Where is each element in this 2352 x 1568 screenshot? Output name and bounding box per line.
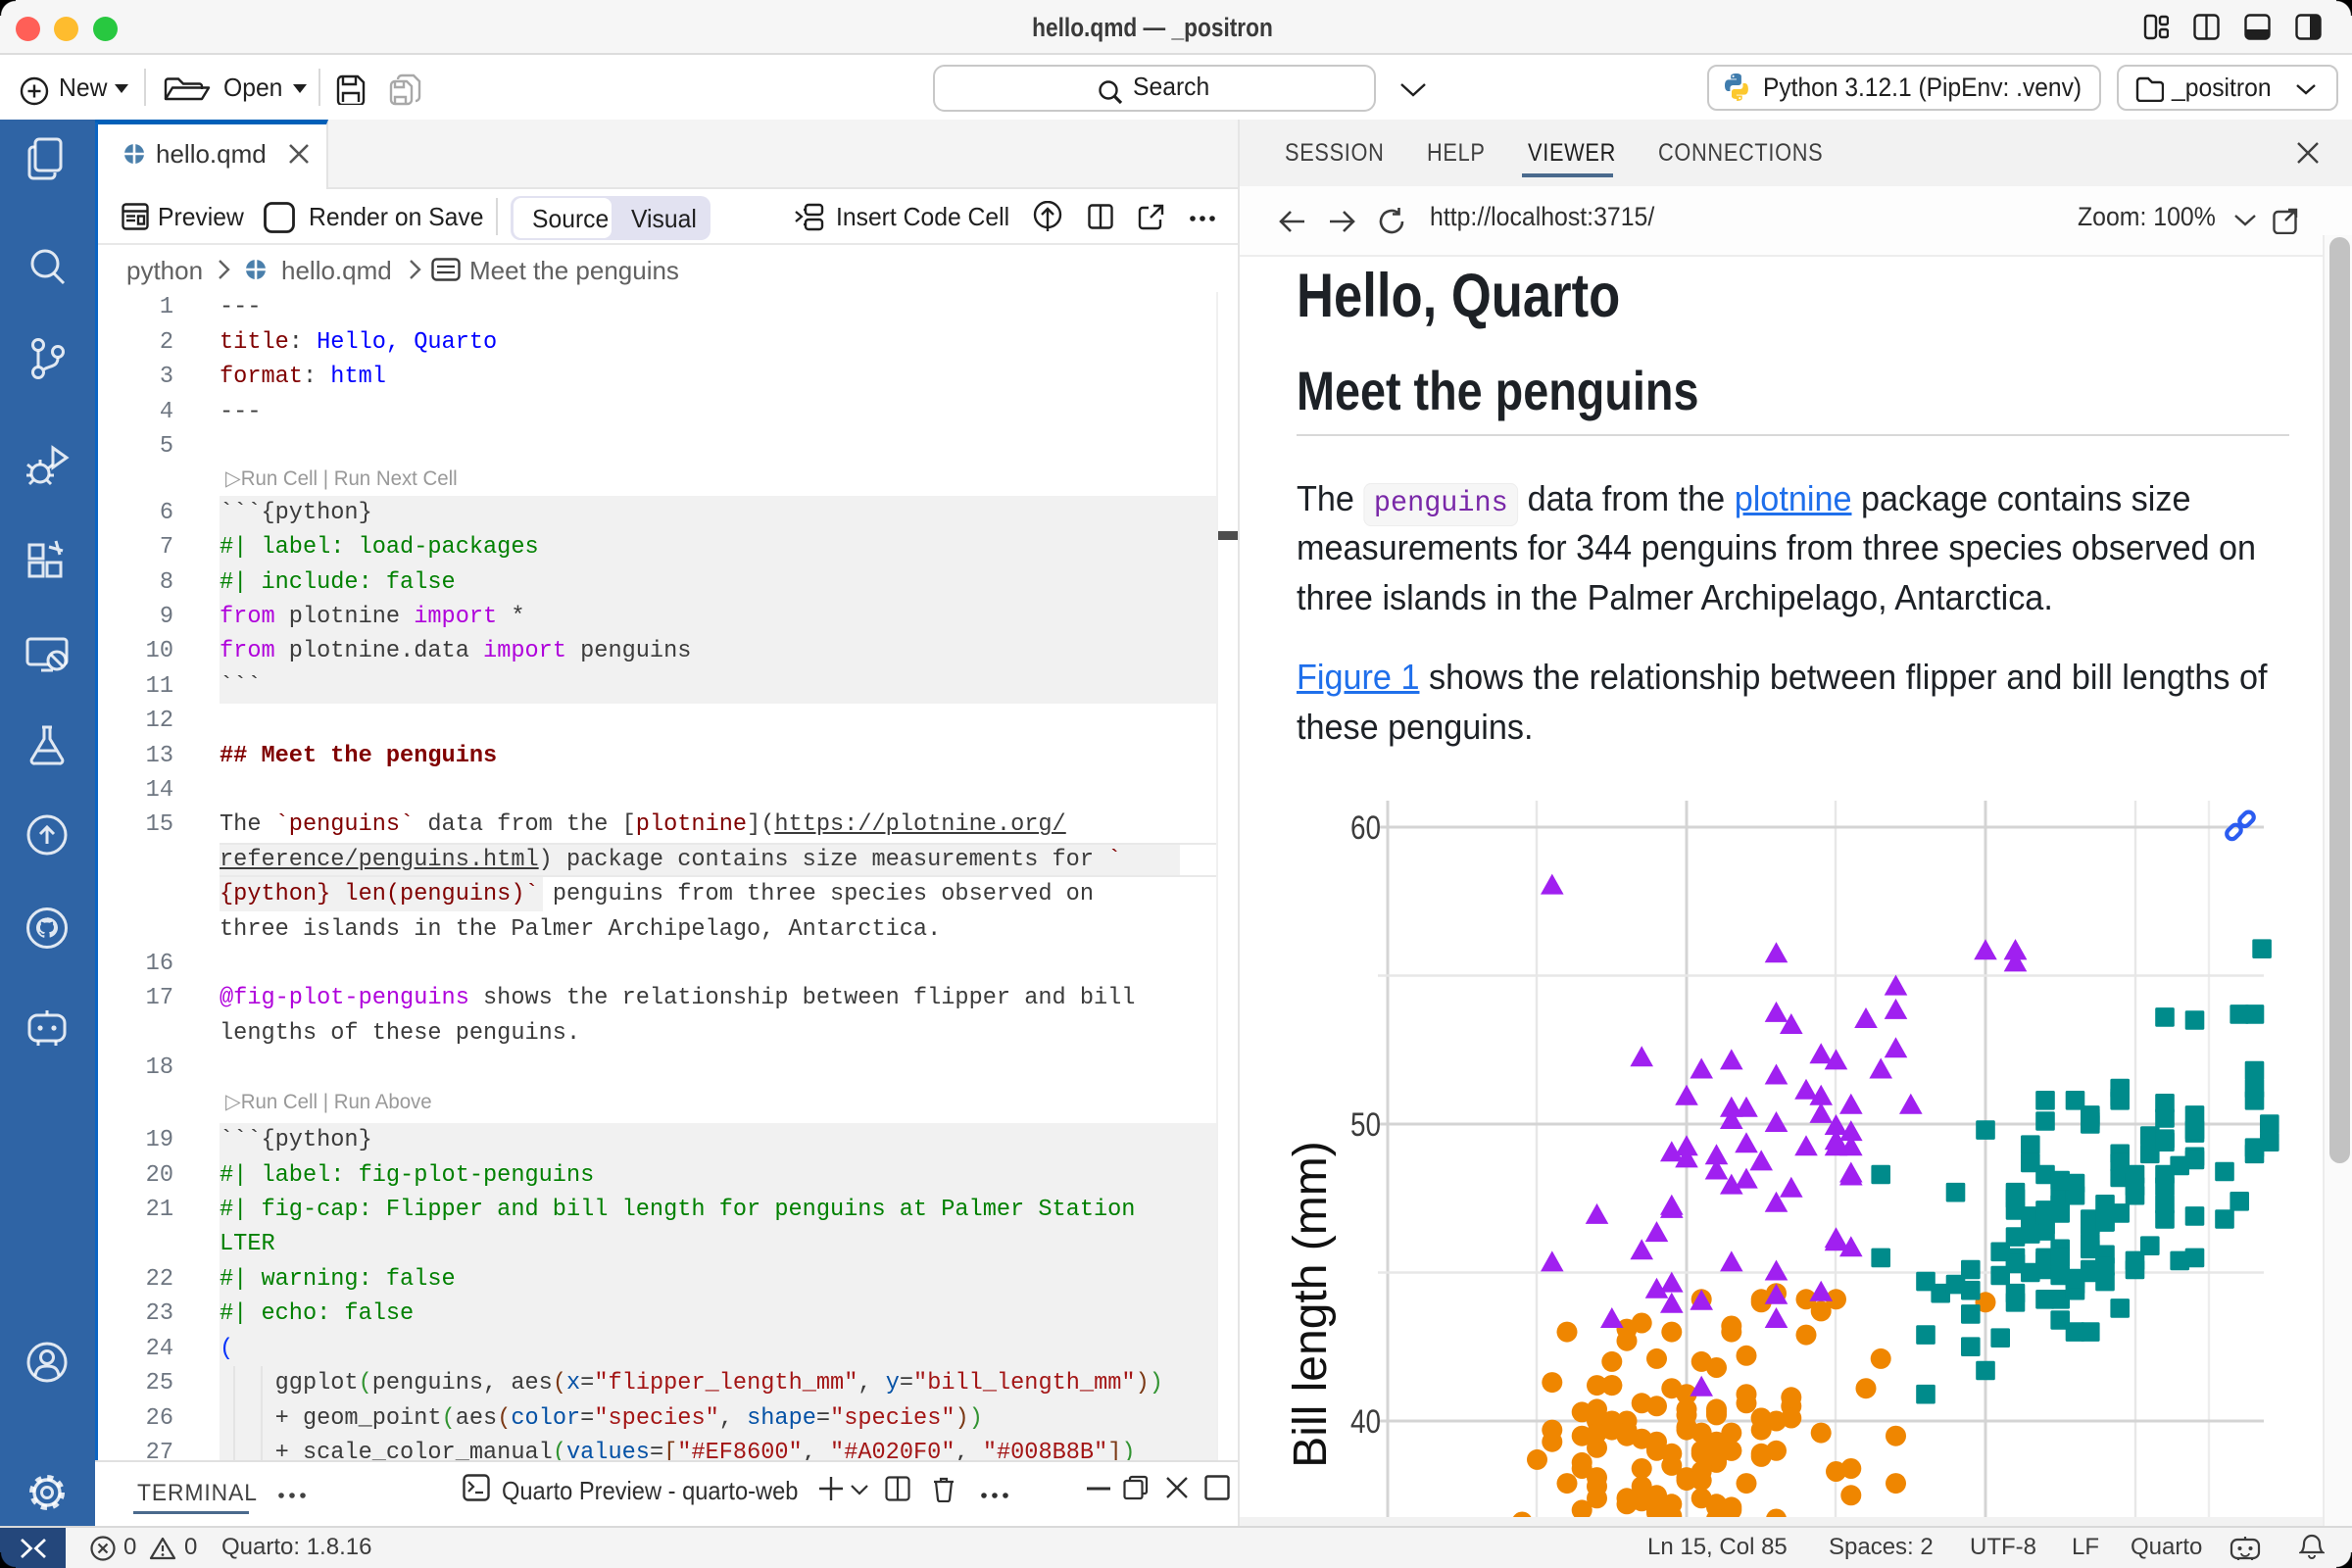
svg-text:40: 40: [1350, 1403, 1381, 1441]
svg-text:Bill length (mm): Bill length (mm): [1285, 1141, 1337, 1467]
svg-text:60: 60: [1350, 809, 1381, 847]
svg-text:50: 50: [1350, 1106, 1381, 1144]
